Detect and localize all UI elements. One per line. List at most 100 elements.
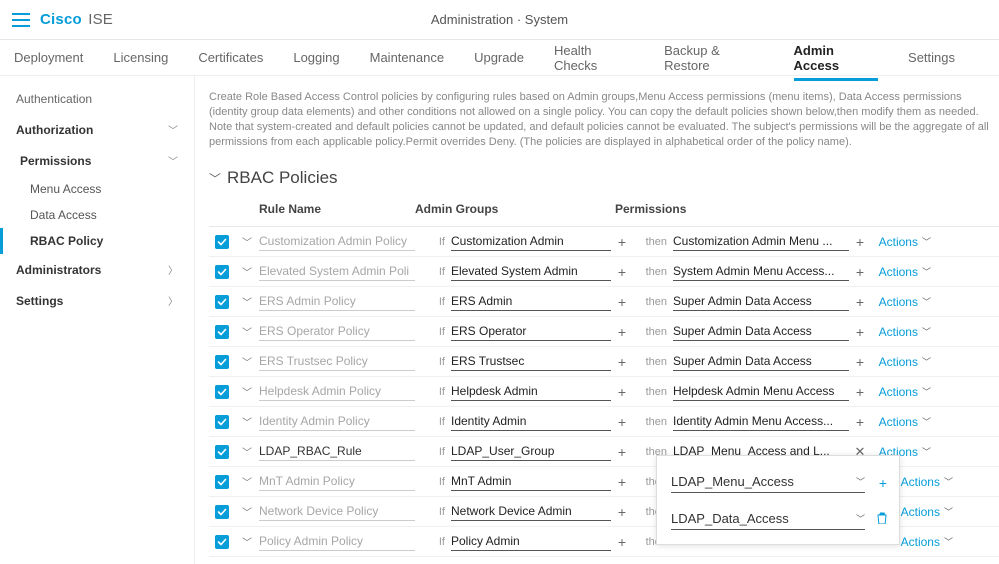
actions-menu[interactable]: Actions﹀: [893, 535, 953, 549]
brand-main: Cisco: [40, 11, 82, 28]
row-checkbox[interactable]: [215, 265, 229, 279]
add-icon[interactable]: +: [849, 324, 871, 340]
add-icon[interactable]: +: [611, 474, 633, 490]
expand-row-icon[interactable]: ﹀: [235, 234, 259, 249]
add-icon[interactable]: +: [849, 234, 871, 250]
actions-menu[interactable]: Actions﹀: [871, 325, 931, 339]
row-checkbox[interactable]: [215, 445, 229, 459]
add-icon[interactable]: +: [849, 354, 871, 370]
row-checkbox[interactable]: [215, 355, 229, 369]
permissions-field[interactable]: Super Admin Data Access: [673, 352, 849, 371]
expand-row-icon[interactable]: ﹀: [235, 414, 259, 429]
admin-group-field[interactable]: ERS Trustsec: [451, 352, 611, 371]
tab-settings[interactable]: Settings: [908, 42, 955, 73]
sidebar-authorization[interactable]: Authorization ﹀: [0, 114, 194, 145]
add-icon[interactable]: +: [611, 354, 633, 370]
rule-name-field[interactable]: LDAP_RBAC_Rule: [259, 442, 415, 461]
permissions-field[interactable]: Customization Admin Menu ...: [673, 232, 849, 251]
sidebar-settings[interactable]: Settings 〉: [0, 285, 194, 316]
row-checkbox[interactable]: [215, 385, 229, 399]
admin-group-field[interactable]: LDAP_User_Group: [451, 442, 611, 461]
sidebar-authentication[interactable]: Authentication: [0, 84, 194, 114]
tab-licensing[interactable]: Licensing: [113, 42, 168, 73]
row-checkbox[interactable]: [215, 295, 229, 309]
actions-menu[interactable]: Actions﹀: [893, 505, 953, 519]
add-icon[interactable]: +: [611, 384, 633, 400]
chevron-down-icon: ﹀: [922, 265, 931, 278]
tab-deployment[interactable]: Deployment: [14, 42, 83, 73]
expand-row-icon[interactable]: ﹀: [235, 444, 259, 459]
admin-group-field[interactable]: Helpdesk Admin: [451, 382, 611, 401]
admin-group-field[interactable]: Customization Admin: [451, 232, 611, 251]
permissions-field[interactable]: Super Admin Data Access: [673, 322, 849, 341]
add-icon[interactable]: +: [611, 294, 633, 310]
expand-row-icon[interactable]: ﹀: [235, 384, 259, 399]
delete-permission-button[interactable]: [865, 512, 887, 527]
tab-health-checks[interactable]: Health Checks: [554, 35, 634, 81]
sidebar-data-access[interactable]: Data Access: [0, 202, 194, 228]
add-permission-button[interactable]: +: [865, 475, 887, 491]
menu-icon[interactable]: [12, 13, 30, 27]
permissions-field[interactable]: Identity Admin Menu Access...: [673, 412, 849, 431]
tab-logging[interactable]: Logging: [293, 42, 339, 73]
expand-row-icon[interactable]: ﹀: [235, 474, 259, 489]
if-label: If: [425, 326, 451, 338]
actions-menu[interactable]: Actions﹀: [871, 385, 931, 399]
popup-select-2[interactable]: LDAP_Data_Access ﹀: [671, 509, 865, 530]
add-icon[interactable]: +: [611, 534, 633, 550]
expand-row-icon[interactable]: ﹀: [235, 294, 259, 309]
add-icon[interactable]: +: [611, 444, 633, 460]
section-header[interactable]: ﹀ RBAC Policies: [209, 168, 999, 188]
add-icon[interactable]: +: [849, 414, 871, 430]
sidebar-menu-access[interactable]: Menu Access: [0, 176, 194, 202]
popup-select-1[interactable]: LDAP_Menu_Access ﹀: [671, 472, 865, 493]
rule-name-field: ERS Admin Policy: [259, 292, 415, 311]
row-checkbox[interactable]: [215, 235, 229, 249]
tab-backup-restore[interactable]: Backup & Restore: [664, 35, 763, 81]
add-icon[interactable]: +: [849, 264, 871, 280]
permissions-field[interactable]: Super Admin Data Access: [673, 292, 849, 311]
tab-admin-access[interactable]: Admin Access: [794, 35, 879, 81]
row-checkbox[interactable]: [215, 475, 229, 489]
row-checkbox[interactable]: [215, 535, 229, 549]
add-icon[interactable]: +: [611, 324, 633, 340]
permissions-field[interactable]: System Admin Menu Access...: [673, 262, 849, 281]
add-icon[interactable]: +: [849, 384, 871, 400]
row-checkbox[interactable]: [215, 325, 229, 339]
sidebar-permissions[interactable]: Permissions ﹀: [0, 145, 194, 176]
admin-group-field[interactable]: ERS Admin: [451, 292, 611, 311]
row-checkbox[interactable]: [215, 415, 229, 429]
expand-row-icon[interactable]: ﹀: [235, 354, 259, 369]
actions-menu[interactable]: Actions﹀: [871, 265, 931, 279]
admin-group-field[interactable]: Identity Admin: [451, 412, 611, 431]
add-icon[interactable]: +: [611, 234, 633, 250]
admin-group-field[interactable]: Network Device Admin: [451, 502, 611, 521]
admin-group-field[interactable]: Policy Admin: [451, 532, 611, 551]
table-row: ﹀Elevated System Admin PoliIfElevated Sy…: [209, 257, 999, 287]
expand-row-icon[interactable]: ﹀: [235, 264, 259, 279]
sidebar-administrators[interactable]: Administrators 〉: [0, 254, 194, 285]
chevron-down-icon: ﹀: [209, 170, 221, 187]
admin-group-field[interactable]: MnT Admin: [451, 472, 611, 491]
permissions-field[interactable]: Helpdesk Admin Menu Access: [673, 382, 849, 401]
tab-upgrade[interactable]: Upgrade: [474, 42, 524, 73]
expand-row-icon[interactable]: ﹀: [235, 504, 259, 519]
actions-menu[interactable]: Actions﹀: [893, 475, 953, 489]
admin-group-field[interactable]: ERS Operator: [451, 322, 611, 341]
tab-certificates[interactable]: Certificates: [198, 42, 263, 73]
expand-row-icon[interactable]: ﹀: [235, 534, 259, 549]
add-icon[interactable]: +: [611, 414, 633, 430]
sidebar-rbac-policy[interactable]: RBAC Policy: [0, 228, 194, 254]
actions-menu[interactable]: Actions﹀: [871, 355, 931, 369]
admin-group-field[interactable]: Elevated System Admin: [451, 262, 611, 281]
actions-menu[interactable]: Actions﹀: [871, 295, 931, 309]
actions-menu[interactable]: Actions﹀: [871, 415, 931, 429]
add-icon[interactable]: +: [611, 504, 633, 520]
expand-row-icon[interactable]: ﹀: [235, 324, 259, 339]
help-text: Create Role Based Access Control policie…: [209, 90, 999, 150]
tab-maintenance[interactable]: Maintenance: [370, 42, 444, 73]
row-checkbox[interactable]: [215, 505, 229, 519]
actions-menu[interactable]: Actions﹀: [871, 235, 931, 249]
add-icon[interactable]: +: [611, 264, 633, 280]
add-icon[interactable]: +: [849, 294, 871, 310]
